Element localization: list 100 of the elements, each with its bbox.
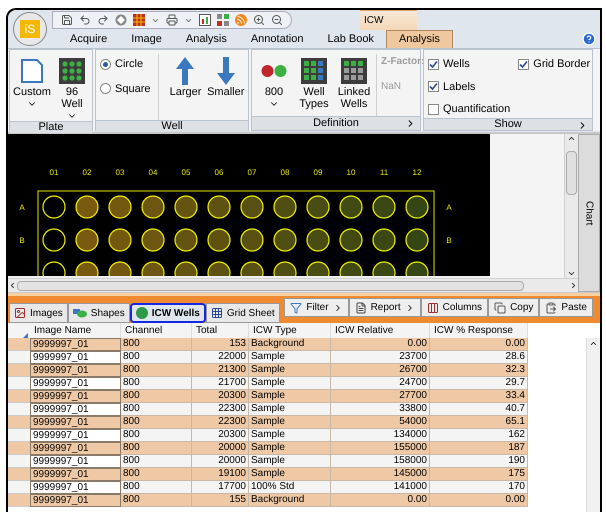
sort-corner-icon [23,333,28,338]
toolbar-button[interactable]: Copy [488,298,540,317]
undo-icon[interactable] [79,14,91,26]
toolbar-button[interactable]: Columns [420,298,488,317]
copy-icon [494,302,506,314]
circle-icon [136,307,148,319]
ribbon-button[interactable]: Custom [14,54,50,109]
image-name-cell: 9999997_01 [30,364,121,377]
report-icon [354,302,367,314]
rss-icon[interactable] [235,14,247,26]
checkmark-icon [519,60,528,69]
radio-option[interactable]: Circle [100,56,150,72]
scroll-left-icon[interactable] [8,281,17,290]
row-label: A [446,203,452,212]
column-label: 10 [346,168,356,177]
scroll-up-icon[interactable] [589,339,598,348]
scroll-right-icon[interactable] [569,281,578,290]
checkmark-icon [429,82,438,92]
image-name-cell: 9999997_01 [30,377,121,390]
image-name-cell: 9999997_01 [30,429,121,442]
diamond-icon[interactable] [115,14,127,26]
image-name-cell: 9999997_01 [30,403,121,416]
image-name-cell: 9999997_01 [30,416,121,429]
ribbon-button[interactable]: Well Types [296,54,332,110]
linked-grid-icon [341,58,367,84]
column-label: 12 [412,168,422,177]
well-grid-icon [301,58,327,84]
zoom-in-icon[interactable] [253,14,265,26]
channel-dots-icon [261,64,287,78]
ribbon-tab[interactable]: Acquire [58,30,120,48]
save-icon[interactable] [61,14,73,26]
scroll-up-icon[interactable] [567,134,576,143]
toolbar-button[interactable]: Report [348,298,421,317]
column-label: 05 [182,168,190,177]
table-cell: Background [249,494,331,507]
table-cell: 155 [192,494,249,507]
view-tab[interactable]: ICW Wells [130,303,206,323]
horizontal-scrollbar[interactable] [8,278,578,292]
app-logo: iS [20,20,40,38]
ribbon-button[interactable]: 800 [256,54,292,109]
row-label: B [446,236,452,245]
radio-option[interactable]: Square [100,80,150,97]
ribbon-tab[interactable]: Image [119,30,174,48]
ribbon-button[interactable]: 96 Well [54,54,90,121]
toolbar-button[interactable]: Filter [284,298,349,317]
column-label: 04 [148,168,158,177]
color-grid-icon[interactable] [133,14,145,26]
well-plate-icon [59,58,85,84]
vertical-scrollbar[interactable] [586,338,600,512]
group-label: Definition [313,118,359,129]
checkbox-option[interactable]: Labels [428,78,510,95]
image-name-cell: 9999997_01 [30,455,121,468]
row-label: B [19,236,25,245]
chart-icon[interactable] [199,14,211,26]
image-name-cell: 9999997_01 [30,494,121,507]
image-icon [14,307,26,319]
column-label: 07 [248,168,256,177]
scroll-thumb[interactable] [17,280,524,290]
column-label: 09 [314,168,322,177]
image-name-cell: 9999997_01 [30,481,121,494]
checkbox-option[interactable]: Grid Border [518,56,590,72]
view-tab[interactable]: Shapes [68,303,130,323]
ribbon-button[interactable]: Linked Wells [336,54,372,110]
row-label: A [19,203,25,212]
zoom-out-icon[interactable] [271,14,283,26]
grid-icon[interactable] [217,14,229,26]
redo-icon[interactable] [97,14,109,26]
table-cell: 800 [121,494,192,507]
ribbon-tab[interactable]: Annotation [238,30,316,48]
group-label: Show [494,118,522,130]
ribbon-tab[interactable]: Analysis [174,30,239,48]
ribbon-button[interactable]: Larger [167,54,204,98]
z-factor-label: Z-Factor: [381,55,424,69]
column-label: 03 [116,168,124,177]
filter-icon [290,302,302,314]
column-label: 06 [214,168,224,177]
side-tab[interactable]: Chart [578,134,600,292]
page-icon [19,58,45,84]
checkbox-option[interactable]: Quantification [428,101,510,118]
arrow-down-icon [216,57,235,85]
checkbox-option[interactable]: Wells [428,56,510,72]
view-tab[interactable]: Grid Sheet [206,303,280,323]
image-name-cell: 9999997_01 [30,442,121,455]
ribbon-tab[interactable]: Analysis [386,30,453,48]
ribbon-tab[interactable]: Lab Book [315,30,386,48]
toolbar-button[interactable]: Paste [539,298,593,317]
column-label: 02 [82,168,92,177]
table-cell: 0.00 [430,494,528,507]
help-icon[interactable] [582,32,596,46]
columns-icon [426,302,439,314]
scroll-down-icon[interactable] [567,269,576,278]
arrow-up-icon [176,57,194,85]
group-label: Well [161,121,183,132]
paste-icon [545,302,558,314]
contextual-group-label: ICW [364,14,384,28]
view-tab[interactable]: Images [9,303,68,323]
print-icon[interactable] [166,14,178,26]
ribbon-button[interactable]: Smaller [207,54,244,98]
scroll-thumb[interactable] [566,151,577,195]
vertical-scrollbar[interactable] [564,134,578,278]
